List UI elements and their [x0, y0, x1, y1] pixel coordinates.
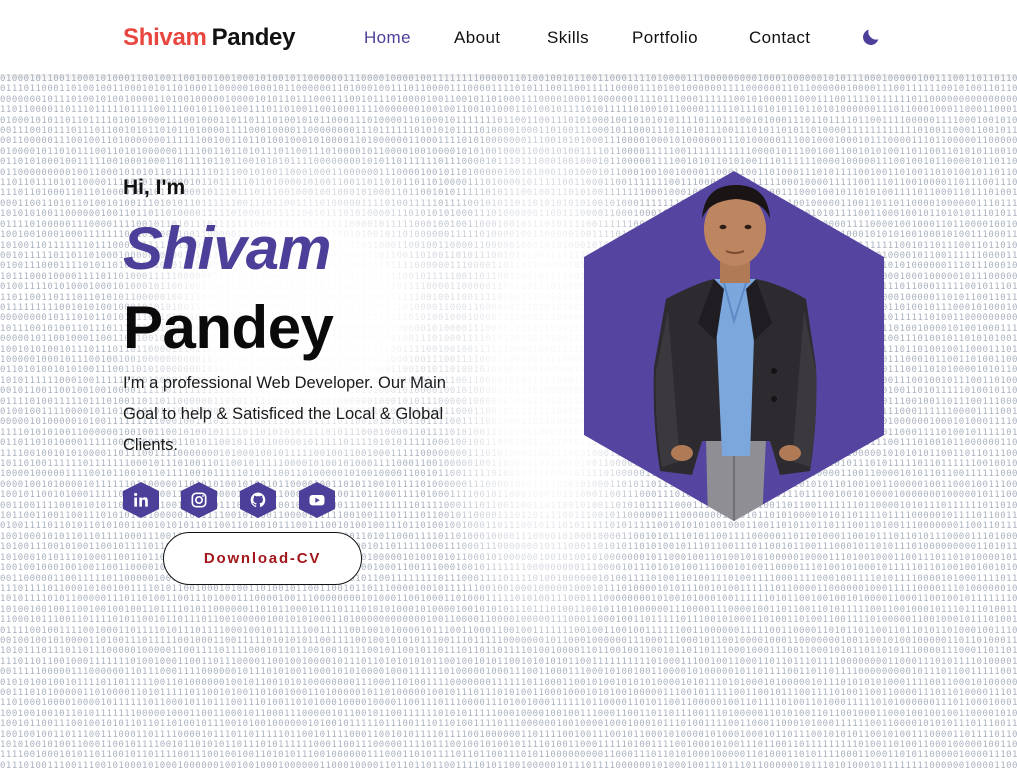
- social-links: [123, 482, 363, 518]
- nav-about[interactable]: About: [454, 28, 500, 48]
- profile-portrait: [584, 171, 884, 521]
- site-header: Shivam Pandey Home About Skills Portfolio…: [0, 0, 1017, 74]
- instagram-link[interactable]: [181, 482, 217, 518]
- theme-toggle-button[interactable]: [860, 26, 882, 48]
- instagram-icon: [191, 492, 207, 508]
- hero-last-name: Pandey: [123, 294, 334, 361]
- github-link[interactable]: [240, 482, 276, 518]
- hero-description: I'm a professional Web Developer. Our Ma…: [123, 374, 446, 454]
- github-icon: [250, 492, 266, 508]
- download-cv-button[interactable]: Download-CV: [163, 532, 362, 585]
- nav-home[interactable]: Home: [364, 28, 411, 48]
- nav-portfolio[interactable]: Portfolio: [632, 28, 698, 48]
- nav-skills[interactable]: Skills: [547, 28, 589, 48]
- nav-contact[interactable]: Contact: [749, 28, 810, 48]
- portfolio-page: 0100010110011000101000110010011001001001…: [0, 0, 1017, 768]
- youtube-link[interactable]: [299, 482, 335, 518]
- moon-icon: [863, 29, 879, 45]
- linkedin-link[interactable]: [123, 482, 159, 518]
- logo-first-name: Shivam: [123, 24, 207, 51]
- site-logo[interactable]: Shivam Pandey: [123, 24, 295, 52]
- linkedin-icon: [134, 492, 148, 507]
- hero-first-name: Shivam: [123, 215, 331, 282]
- youtube-icon: [309, 495, 325, 506]
- greeting-text: Hi, I'm: [123, 176, 186, 199]
- hero-section: Hi, I'm Shivam Pandey I'm a professional…: [123, 176, 483, 518]
- logo-last-name: Pandey: [211, 24, 296, 51]
